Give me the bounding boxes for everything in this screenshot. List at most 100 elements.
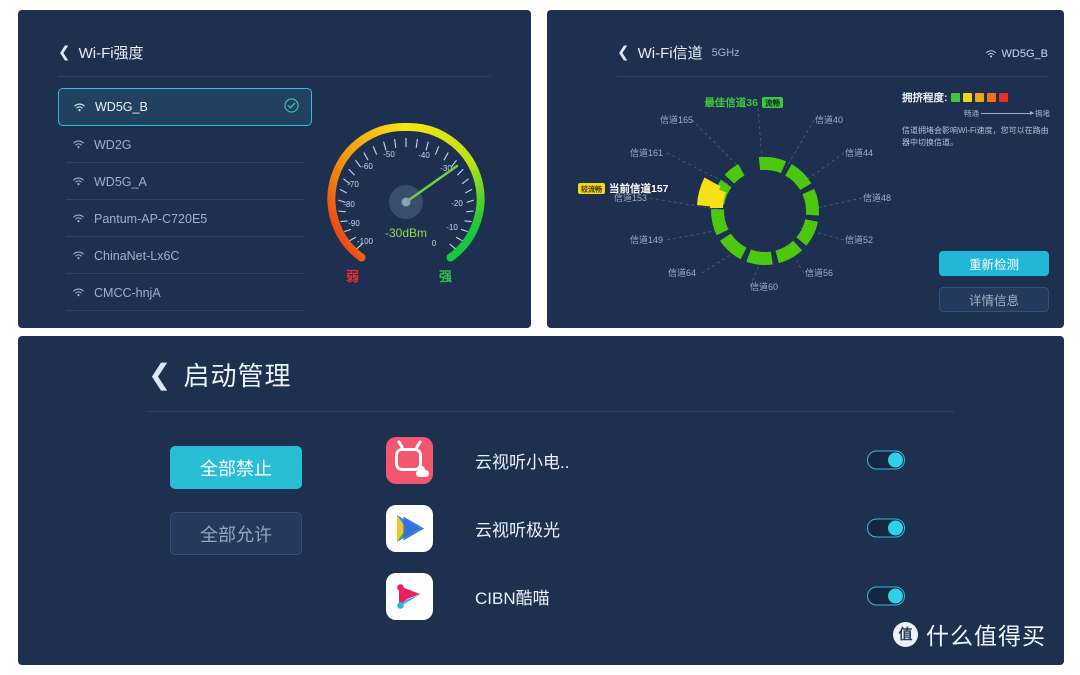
svg-text:0: 0 [432,239,437,248]
cibn-app-icon [386,572,433,620]
legend-scale: 畅通 拥堵 [902,108,1050,119]
network-item-selected[interactable]: WD5G_B [58,88,312,126]
app-toggle[interactable] [867,586,905,606]
legend-swatch [998,93,1008,102]
network-name: CMCC-hnjA [94,285,161,300]
wifi-icon [72,213,85,224]
startup-title: 启动管理 [183,361,292,391]
channel-label: 信道60 [750,281,778,292]
chevron-left-icon[interactable]: ❮ [148,360,171,389]
legend-swatch [962,93,972,102]
gauge-strong-label: 强 [439,269,453,284]
channel-label: 信道52 [845,234,873,245]
legend-swatch [950,93,960,102]
wifi-icon [72,139,85,150]
legend-scale-right: 拥堵 [1035,109,1050,118]
toggle-knob [887,588,903,604]
startup-manager-panel: ❮ 启动管理 全部禁止 全部允许 云视听小电.. 云视听极光 CIBN酷喵 值 … [18,336,1064,665]
legend-swatch [974,93,984,102]
legend-scale-arrow [981,111,1034,115]
wifi-strength-panel: ❮ Wi-Fi强度 WD5G_B WD2G WD5G_A Pantum-AP-C… [18,10,531,328]
network-name: Pantum-AP-C720E5 [94,211,208,226]
svg-text:-40: -40 [418,151,430,160]
svg-text:-70: -70 [347,180,359,189]
toggle-knob [887,520,903,536]
wifi-strength-header: ❮ Wi-Fi强度 [58,42,144,63]
detail-button[interactable]: 详情信息 [939,287,1049,312]
chevron-left-icon[interactable]: ❮ [617,45,630,60]
wifi-icon [72,176,85,187]
current-channel-badge: 较流畅 [581,185,602,194]
startup-header: ❮ 启动管理 [148,356,291,393]
wifi-icon [985,49,997,59]
congestion-legend: 拥挤程度: 畅通 拥堵 信道拥堵会影响Wi-Fi速度，您可以在路由器中切换信道。 [902,90,1050,148]
gauge-weak-label: 弱 [346,269,360,284]
app-row[interactable]: CIBN酷喵 [386,568,931,624]
legend-swatch [986,93,996,102]
network-item[interactable]: Pantum-AP-C720E5 [58,200,312,237]
check-circle-icon [284,98,299,116]
list-separator [66,310,304,311]
wifi-channel-title: Wi-Fi信道 [637,45,703,62]
watermark: 值 什么值得买 [893,617,1046,651]
best-channel-badge: 流畅 [765,98,780,108]
app-toggle[interactable] [867,450,905,470]
network-item[interactable]: CMCC-hnjA [58,274,312,311]
wifi-strength-title: Wi-Fi强度 [78,45,144,62]
svg-text:-80: -80 [343,200,355,209]
network-item[interactable]: WD2G [58,126,312,163]
network-name: ChinaNet-Lx6C [94,248,180,263]
channel-ring-diagram: 最佳信道36 流畅 较流畅 当前信道157 信道165 信道161 信道153 … [572,68,942,308]
deny-all-button[interactable]: 全部禁止 [170,446,302,489]
network-item[interactable]: ChinaNet-Lx6C [58,237,312,274]
chevron-left-icon[interactable]: ❮ [58,45,71,60]
legend-description: 信道拥堵会影响Wi-Fi速度，您可以在路由器中切换信道。 [902,126,1049,147]
gauge-value: -30dBm [384,226,428,240]
screenshot-root: ❮ Wi-Fi强度 WD5G_B WD2G WD5G_A Pantum-AP-C… [0,0,1080,675]
app-name: CIBN酷喵 [475,588,550,608]
app-row[interactable]: 云视听小电.. [386,432,931,488]
legend-title: 拥挤程度: [902,92,948,104]
wifi-icon [72,250,85,261]
watermark-badge: 值 [893,621,918,647]
play-app-icon [386,504,433,552]
svg-text:-60: -60 [361,162,373,171]
app-toggle[interactable] [867,518,905,538]
channel-label: 信道165 [660,114,693,125]
channel-label: 信道40 [815,114,843,125]
network-name: WD5G_B [95,100,148,114]
legend-scale-left: 畅通 [964,109,979,118]
channel-label: 信道153 [614,192,647,203]
channel-label: 信道48 [863,192,891,203]
wifi-icon [73,102,86,113]
channel-label: 信道149 [630,234,663,245]
signal-gauge: -100 -90 -80 -70 -60 -50 -40 -30 -20 -10… [321,114,491,284]
wifi-channel-header: ❮ Wi-Fi信道 5GHz [617,42,740,63]
allow-all-button[interactable]: 全部允许 [170,512,302,555]
network-item[interactable]: WD5G_A [58,163,312,200]
wifi-icon [72,287,85,298]
wifi-channel-panel: ❮ Wi-Fi信道 5GHz WD5G_B 最佳信道36 流畅 较流畅 当前信道… [547,10,1064,328]
app-name: 云视听小电.. [475,452,570,472]
header-divider [148,411,954,412]
app-row[interactable]: 云视听极光 [386,500,931,556]
channel-label: 信道64 [668,267,696,278]
app-name: 云视听极光 [475,520,560,540]
toggle-knob [887,452,903,468]
channel-label: 信道161 [630,147,663,158]
best-channel-label: 最佳信道36 [704,96,758,109]
svg-text:-20: -20 [451,199,463,208]
watermark-text: 什么值得买 [926,623,1046,649]
rescan-button[interactable]: 重新检测 [939,251,1049,276]
network-name: WD5G_A [94,174,147,189]
network-list: WD5G_B WD2G WD5G_A Pantum-AP-C720E5 Chin… [58,88,312,311]
channel-label: 信道44 [845,147,873,158]
tv-app-icon [386,436,433,484]
channel-label: 信道56 [805,267,833,278]
header-divider [58,76,491,77]
ssid-name: WD5G_B [1001,48,1048,60]
current-ssid: WD5G_B [985,48,1048,60]
legend-title-row: 拥挤程度: [902,90,1050,105]
svg-text:-50: -50 [383,150,395,159]
band-label: 5GHz [711,46,740,59]
